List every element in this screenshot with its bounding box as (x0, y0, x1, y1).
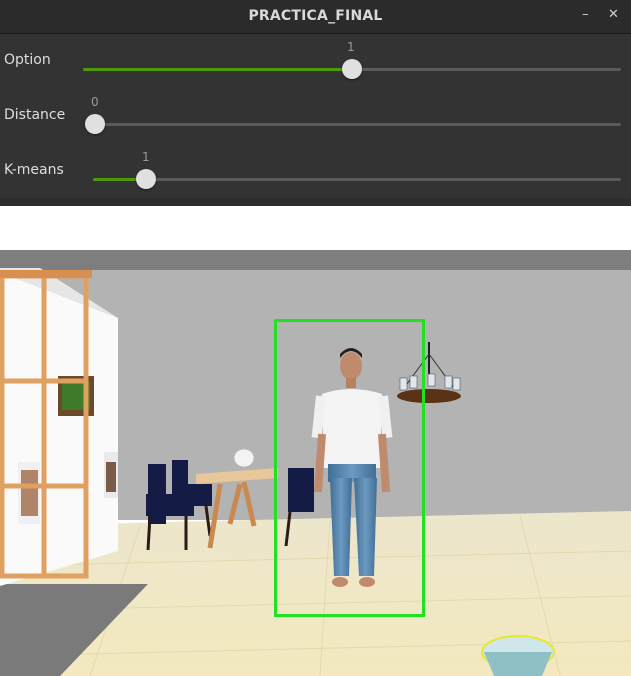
slider-value-distance: 0 (91, 95, 99, 109)
slider-thumb-option[interactable] (342, 59, 362, 79)
slider-fill-option (83, 68, 352, 71)
slider-track-kmeans[interactable] (93, 178, 621, 181)
slider-row-kmeans: K-means 1 (0, 144, 631, 199)
bucket-object (481, 635, 555, 676)
window-titlebar[interactable]: PRACTICA_FINAL – ✕ (0, 0, 631, 34)
close-button[interactable]: ✕ (608, 7, 619, 22)
scene-render (0, 206, 631, 676)
panel-bottom-strip (0, 198, 631, 206)
window-title: PRACTICA_FINAL (248, 8, 383, 24)
slider-row-distance: Distance 0 (0, 89, 631, 144)
slider-label-kmeans: K-means (4, 162, 64, 178)
table-centerpiece (233, 448, 255, 468)
slider-value-option: 1 (347, 40, 355, 54)
camera-view (0, 206, 631, 676)
minimize-button[interactable]: – (582, 7, 589, 22)
slider-label-distance: Distance (4, 107, 66, 123)
slider-thumb-kmeans[interactable] (136, 169, 156, 189)
trackbar-panel: Option 1 Distance 0 K-means 1 (0, 34, 631, 200)
slider-value-kmeans: 1 (142, 150, 150, 164)
ceiling-beam (0, 250, 631, 270)
slider-label-option: Option (4, 52, 51, 68)
side-wall (0, 272, 118, 586)
slider-row-option: Option 1 (0, 34, 631, 89)
slider-track-distance[interactable] (94, 123, 621, 126)
ceiling-white (0, 206, 631, 250)
slider-thumb-distance[interactable] (85, 114, 105, 134)
